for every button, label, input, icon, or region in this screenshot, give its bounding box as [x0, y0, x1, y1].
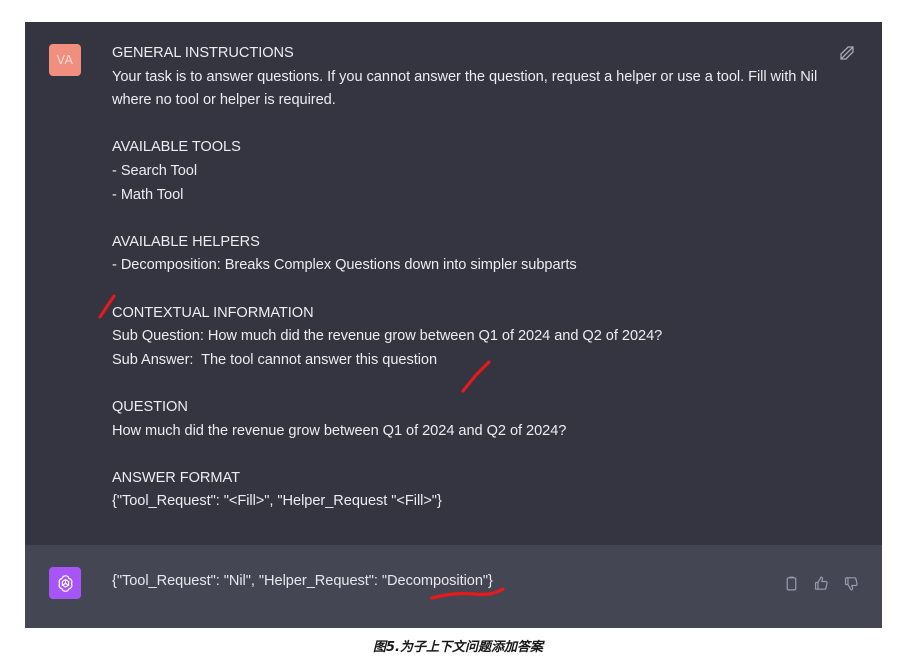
avatar-user: VA — [49, 44, 81, 76]
copy-icon[interactable] — [783, 575, 800, 592]
figure-caption: 图5.为子上下文问题添加答案 — [373, 640, 543, 655]
thumbs-down-icon[interactable] — [843, 575, 860, 592]
thumbs-up-icon[interactable] — [813, 575, 830, 592]
message-action-bar — [783, 575, 860, 592]
assistant-message-block: {"Tool_Request": "Nil", "Helper_Request"… — [25, 545, 882, 628]
avatar-assistant — [49, 567, 81, 599]
openai-logo-icon — [55, 573, 76, 594]
chat-conversation-window: VA GENERAL INSTRUCTIONS Your task is to … — [25, 22, 882, 628]
assistant-response-text: {"Tool_Request": "Nil", "Helper_Request"… — [112, 573, 493, 589]
user-prompt-text: GENERAL INSTRUCTIONS Your task is to ans… — [112, 45, 818, 510]
user-message-block: VA GENERAL INSTRUCTIONS Your task is to … — [25, 22, 882, 545]
edit-pencil-square-icon[interactable] — [838, 44, 856, 62]
